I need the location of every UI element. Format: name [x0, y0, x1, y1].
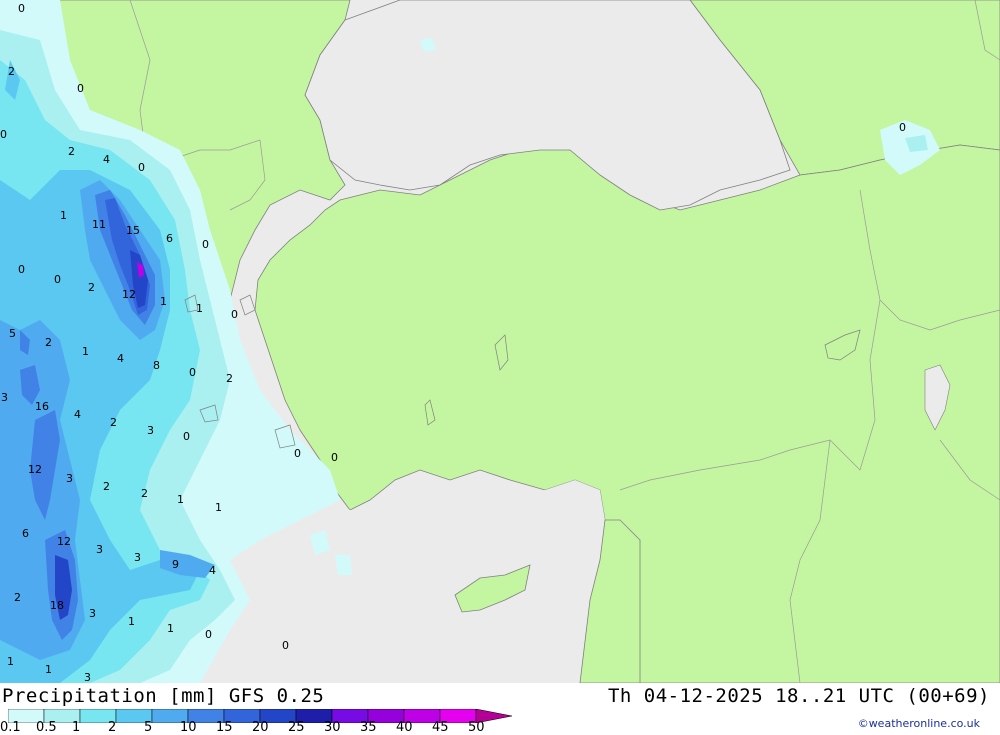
contour-label: 0 [282, 639, 289, 652]
contour-label: 2 [226, 372, 233, 385]
contour-label: 8 [153, 359, 160, 372]
contour-label: 4 [103, 153, 110, 166]
color-legend: 0.1 0.5 1 2 5 10 15 20 25 30 35 40 45 50 [0, 708, 528, 735]
contour-label: 3 [66, 472, 73, 485]
map-title: Precipitation [mm] GFS 0.25 [2, 685, 325, 707]
contour-label: 0 [294, 447, 301, 460]
contour-label: 6 [166, 232, 173, 245]
contour-label: 0 [54, 273, 61, 286]
contour-label: 3 [89, 607, 96, 620]
contour-label: 0 [331, 451, 338, 464]
contour-label: 15 [126, 224, 140, 237]
contour-label: 4 [117, 352, 124, 365]
contour-label: 12 [57, 535, 71, 548]
contour-label: 2 [8, 65, 15, 78]
contour-label: 1 [167, 622, 174, 635]
contour-label: 2 [141, 487, 148, 500]
contour-label: 0 [18, 263, 25, 276]
contour-label: 1 [60, 209, 67, 222]
contour-label: 3 [147, 424, 154, 437]
contour-label: 6 [22, 527, 29, 540]
contour-label: 1 [7, 655, 14, 668]
contour-label: 1 [177, 493, 184, 506]
contour-label: 12 [122, 288, 136, 301]
contour-label: 2 [103, 480, 110, 493]
credit-link[interactable]: ©weatheronline.co.uk [858, 717, 980, 730]
contour-label: 1 [196, 302, 203, 315]
contour-label: 0 [18, 2, 25, 15]
contour-label: 2 [45, 336, 52, 349]
contour-label: 3 [84, 671, 91, 683]
contour-label: 3 [96, 543, 103, 556]
contour-label: 1 [215, 501, 222, 514]
contour-label: 1 [82, 345, 89, 358]
contour-label: 0 [183, 430, 190, 443]
contour-label: 0 [202, 238, 209, 251]
contour-label: 0 [205, 628, 212, 641]
contour-label: 0 [231, 308, 238, 321]
contour-label: 1 [128, 615, 135, 628]
contour-label: 9 [172, 558, 179, 571]
precipitation-map: 0 2 0 0 2 4 0 1 11 15 6 0 0 0 2 12 1 1 0… [0, 0, 1000, 683]
contour-label: 2 [14, 591, 21, 604]
contour-label: 0 [899, 121, 906, 134]
contour-label: 16 [35, 400, 49, 413]
legend-ticks: 0.1 0.5 1 2 5 10 15 20 25 30 35 40 45 50 [0, 720, 528, 735]
contour-label: 18 [50, 599, 64, 612]
map-footer: Precipitation [mm] GFS 0.25 Th 04-12-202… [0, 683, 1000, 735]
contour-label: 1 [160, 295, 167, 308]
contour-label: 3 [1, 391, 8, 404]
contour-label: 5 [9, 327, 16, 340]
contour-label: 2 [88, 281, 95, 294]
contour-label: 0 [0, 128, 7, 141]
contour-label: 1 [45, 663, 52, 676]
contour-label: 11 [92, 218, 106, 231]
forecast-datetime: Th 04-12-2025 18..21 UTC (00+69) [607, 685, 990, 707]
contour-label: 0 [138, 161, 145, 174]
contour-label: 3 [134, 551, 141, 564]
contour-label: 0 [189, 366, 196, 379]
contour-label: 2 [68, 145, 75, 158]
contour-label: 2 [110, 416, 117, 429]
contour-label: 0 [77, 82, 84, 95]
contour-label: 4 [74, 408, 81, 421]
contour-label: 4 [209, 564, 216, 577]
contour-label: 12 [28, 463, 42, 476]
